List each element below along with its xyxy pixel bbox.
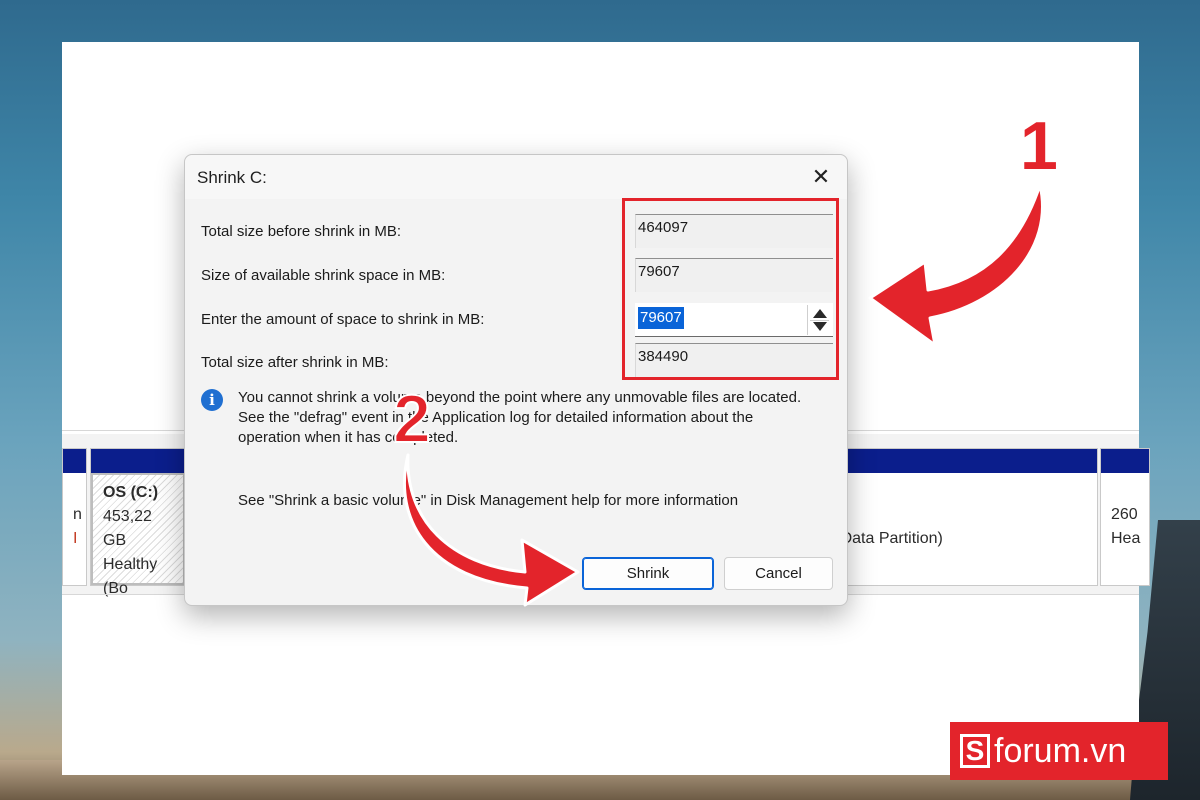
info-message: You cannot shrink a volume beyond the po… (238, 388, 838, 448)
shrink-amount-label: Enter the amount of space to shrink in M… (201, 311, 485, 328)
step-number-1: 1 (1020, 108, 1058, 184)
partition-right[interactable]: 260 Hea (1100, 448, 1150, 586)
partition-bar (63, 449, 86, 473)
partition-bar (1101, 449, 1149, 473)
partition-left[interactable]: n I (62, 448, 87, 586)
available-space-label: Size of available shrink space in MB: (201, 267, 446, 284)
partition-os-c[interactable]: OS (C:) 453,22 GB Healthy (Bo (90, 448, 186, 597)
dialog-title: Shrink C: (197, 168, 267, 187)
partition-text: n (73, 506, 82, 523)
info-line: You cannot shrink a volume beyond the po… (238, 389, 802, 406)
partition-body: n I (73, 506, 82, 547)
partition-body: OS (C:) 453,22 GB Healthy (Bo (91, 473, 185, 597)
step-number-2: 2 (392, 381, 432, 457)
partition-name: OS (C:) (103, 484, 159, 501)
info-line: operation when it has completed. (238, 429, 459, 446)
total-before-label: Total size before shrink in MB: (201, 223, 402, 240)
partition-bar (91, 449, 185, 473)
close-icon[interactable]: ✕ (803, 161, 839, 193)
logo-mark: S (960, 734, 990, 768)
partition-size: 260 (1111, 506, 1138, 523)
partition-body: 260 Hea (1101, 473, 1149, 585)
shrink-button[interactable]: Shrink (582, 557, 714, 590)
partition-size: 453,22 GB (103, 508, 152, 549)
partition-status: Hea (1111, 530, 1141, 547)
info-icon: i (201, 389, 223, 411)
total-after-label: Total size after shrink in MB: (201, 354, 389, 371)
cancel-button[interactable]: Cancel (724, 557, 833, 590)
logo-text: forum.vn (994, 732, 1127, 770)
watermark-logo: Sforum.vn (950, 722, 1168, 780)
highlight-box (622, 198, 839, 380)
info-line: See the "defrag" event in the Applicatio… (238, 409, 754, 426)
dialog-titlebar[interactable] (185, 155, 847, 199)
help-text: See "Shrink a basic volume" in Disk Mana… (238, 492, 739, 509)
